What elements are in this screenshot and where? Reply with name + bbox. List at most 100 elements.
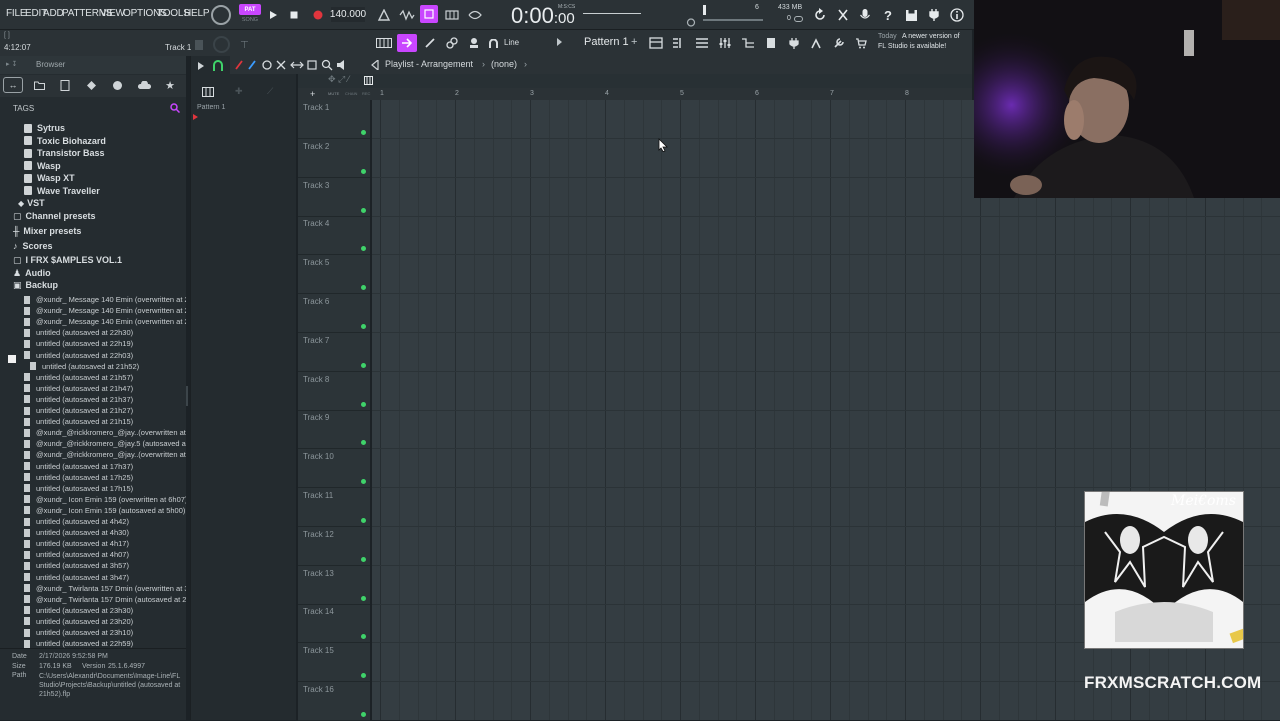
track-mute-led[interactable] [361,168,366,174]
backup-file-item[interactable]: @xundr_ Twirlanta 157 Dmin (overwritten … [24,583,186,594]
backup-file-item[interactable]: untitled (autosaved at 3h57) [24,560,129,571]
browser-search-icon[interactable] [170,103,181,114]
browser-folder[interactable]: ♪ Scores [13,240,53,252]
track-header[interactable]: Track 11 [298,488,370,527]
track-lane[interactable] [372,216,1280,256]
browser-scrollbar[interactable] [186,386,188,406]
pattern-prev-icon[interactable] [556,38,562,46]
master-pitch-knob[interactable] [213,36,230,53]
channel-rack-button[interactable] [670,35,688,51]
track-header[interactable]: Track 5 [298,255,370,295]
browser-project-button[interactable] [58,78,72,92]
link-button[interactable] [443,35,461,51]
master-volume-knob[interactable] [211,5,231,25]
browser-plugins-button[interactable] [84,78,98,92]
track-header[interactable]: Track 12 [298,527,370,566]
browser-menu-arrow[interactable]: ▸ ↧ [6,60,17,68]
track-header[interactable]: Track 4 [298,216,370,256]
snap-value[interactable]: Line [504,38,519,47]
backup-file-item[interactable]: @xundr_ Twirlanta 157 Dmin (autosaved at… [24,594,186,605]
piano-icon[interactable] [364,76,373,85]
browser-item[interactable]: Sytrus [24,122,65,134]
playlist-view-button[interactable] [647,35,665,51]
track-mute-led[interactable] [361,362,366,368]
browser-item[interactable]: Transistor Bass [24,147,105,159]
add-clip-icon[interactable]: ✚ [235,86,243,97]
track-header[interactable]: Track 15 [298,643,370,683]
mixer-button[interactable] [716,35,734,51]
track-mute-led[interactable] [361,130,366,135]
browser-folder[interactable]: ♟ Audio [13,267,51,279]
track-header[interactable]: Track 16 [298,682,370,721]
backup-file-item[interactable]: untitled (autosaved at 17h15) [24,483,133,494]
browser-folder-open[interactable]: ▣ Backup [13,279,58,291]
backup-file-item[interactable]: untitled (autosaved at 23h30) [24,605,133,616]
playlist-menu-arrow[interactable] [197,62,205,70]
edit-clip-icon[interactable]: ⟋ [267,86,273,97]
add-track-button[interactable]: + [310,89,315,99]
track-header[interactable]: Track 14 [298,604,370,644]
browser-folder[interactable]: ╫ Mixer presets [13,225,81,237]
track-lane[interactable] [372,410,1280,450]
channel-routing-button[interactable] [739,35,757,51]
record-button[interactable] [309,6,327,24]
track-mute-led[interactable] [361,595,366,601]
track-header[interactable]: Track 7 [298,333,370,372]
backup-file-item[interactable]: untitled (autosaved at 22h30) [24,327,133,338]
step-edit-button[interactable] [443,6,461,24]
backup-file-item[interactable]: untitled (autosaved at 4h17) [24,538,129,549]
countdown-button[interactable] [420,5,438,23]
pattern-selector[interactable]: Pattern 1 [584,36,629,48]
track-mute-led[interactable] [361,246,366,252]
stamp-button[interactable] [465,35,483,51]
backup-file-item[interactable]: untitled (autosaved at 4h07) [24,549,129,560]
arrangement-menu-icon[interactable] [371,58,379,72]
pat-mode-button[interactable]: PAT [239,4,261,15]
track-mute-led[interactable] [361,440,366,446]
snap-button[interactable] [397,34,417,52]
backup-file-item[interactable]: untitled (autosaved at 21h57) [24,372,133,383]
play-button[interactable] [264,6,282,24]
backup-file-item[interactable]: untitled (autosaved at 17h37) [24,461,133,472]
piano-roll-button[interactable] [693,35,711,51]
track-header[interactable]: Track 9 [298,410,370,450]
track-header[interactable]: Track 3 [298,178,370,217]
backup-file-item[interactable]: untitled (autosaved at 23h20) [24,616,133,627]
channel-volume[interactable] [195,40,203,50]
browser-item[interactable]: Wasp XT [24,172,75,184]
track-tools-icons[interactable]: ✥ ⤢ ⁄ [328,74,349,85]
track-lane[interactable] [372,255,1280,295]
backup-file-item[interactable]: untitled (autosaved at 23h10) [24,627,133,638]
metronome-button[interactable] [375,6,393,24]
browser-all-button[interactable]: ↔ [3,77,23,93]
timeline-ruler[interactable]: 1 2 3 4 5 6 7 8 [372,88,972,100]
browser-button[interactable] [762,35,780,51]
menu-add[interactable]: ADD [43,8,64,19]
track-mute-led[interactable] [361,479,366,485]
touch-keyboard-button[interactable] [807,35,825,51]
pattern-view-button[interactable] [201,86,215,98]
backup-file-item[interactable]: @xundr_@rickkromero_@jay..(overwritten a… [24,449,186,460]
track-lane[interactable] [372,294,1280,333]
track-header[interactable]: Track 2 [298,139,370,178]
track-mute-led[interactable] [361,285,366,291]
song-mode-button[interactable]: SONG [239,15,261,24]
backup-file-item[interactable]: @xundr_@rickkromero_@jay.5 (autosaved at… [24,438,186,449]
tools-button[interactable] [830,35,848,51]
browser-item[interactable]: ◆ VST [18,197,45,209]
backup-file-item[interactable]: @xundr_@rickkromero_@jay..(overwritten a… [24,427,186,438]
plugin-database-button[interactable] [925,6,943,24]
track-lane[interactable] [372,333,1280,372]
add-pattern-button[interactable]: + [631,36,637,48]
backup-file-item[interactable]: untitled (autosaved at 4h30) [24,527,129,538]
backup-file-item[interactable]: untitled (autosaved at 22h19) [24,338,133,349]
pattern-select[interactable]: (none) [491,59,517,69]
track-mute-led[interactable] [361,556,366,562]
track-lane[interactable] [372,449,1280,489]
backup-file-item[interactable]: untitled (autosaved at 3h47) [24,572,129,583]
browser-folder[interactable]: ▢ I FRX $AMPLES VOL.1 [13,254,122,266]
pattern-list-item[interactable]: Pattern 1 [197,104,291,114]
track-mute-led[interactable] [361,324,366,329]
loop-record-button[interactable] [466,6,484,24]
backup-file-item[interactable]: untitled (autosaved at 17h25) [24,472,133,483]
